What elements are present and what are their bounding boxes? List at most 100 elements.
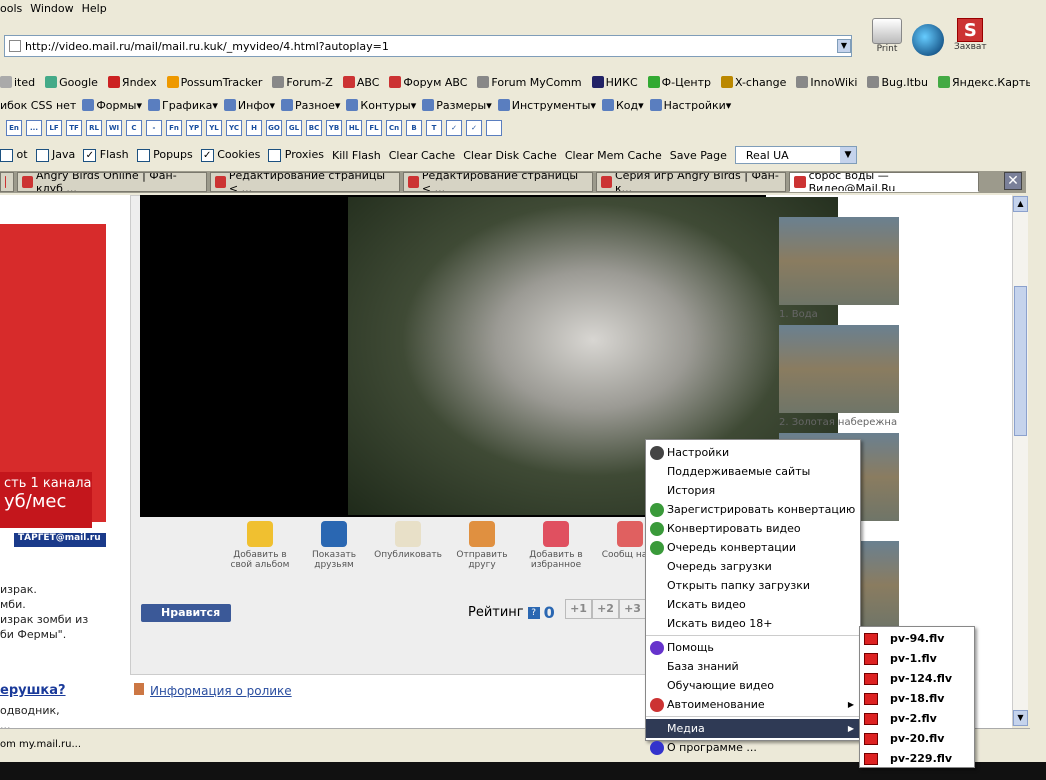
context-menu-item[interactable]: Искать видео: [646, 595, 860, 614]
format-button[interactable]: GL: [286, 120, 302, 136]
format-button[interactable]: YC: [226, 120, 242, 136]
format-button[interactable]: B: [406, 120, 422, 136]
bookmark-item[interactable]: Google: [45, 76, 98, 89]
toggle-item[interactable]: ot: [0, 148, 28, 162]
context-menu-item[interactable]: Медиа ▶: [646, 719, 860, 738]
webdev-menu-item[interactable]: Код▾: [602, 99, 644, 112]
context-menu-item[interactable]: Автоименование ▶: [646, 695, 860, 714]
webdev-menu-item[interactable]: Инструменты▾: [497, 99, 596, 112]
scroll-thumb[interactable]: [1014, 286, 1027, 436]
media-file-item[interactable]: pv-124.flv: [860, 669, 974, 689]
format-button[interactable]: T: [426, 120, 442, 136]
webdev-menu-item[interactable]: Разное▾: [280, 99, 340, 112]
media-file-item[interactable]: pv-2.flv: [860, 709, 974, 729]
format-button[interactable]: Fn: [166, 120, 182, 136]
menu-window[interactable]: Window: [30, 2, 73, 15]
rating-button[interactable]: +1: [565, 599, 592, 619]
bookmark-item[interactable]: X-change: [720, 76, 786, 89]
capture-button[interactable]: S Захват: [954, 18, 987, 56]
format-button[interactable]: En: [6, 120, 22, 136]
webdev-menu-item[interactable]: Инфо▾: [223, 99, 275, 112]
media-file-item[interactable]: pv-18.flv: [860, 689, 974, 709]
toggle-item[interactable]: Proxies: [268, 148, 324, 162]
quick-button[interactable]: Clear Mem Cache: [565, 149, 662, 162]
menu-tools[interactable]: ools: [0, 2, 22, 15]
toggle-item[interactable]: Java: [35, 148, 75, 162]
url-input[interactable]: http://video.mail.ru/mail/mail.ru.kuk/_m…: [4, 35, 852, 57]
bookmark-item[interactable]: ited: [0, 76, 35, 89]
bookmark-item[interactable]: Forum-Z: [272, 76, 333, 89]
context-menu-item[interactable]: Искать видео 18+: [646, 614, 860, 633]
webdev-menu-item[interactable]: Размеры▾: [422, 99, 492, 112]
context-menu-item[interactable]: История: [646, 481, 860, 500]
ad-banner[interactable]: сть 1 канала уб/мес: [0, 224, 106, 528]
context-menu-item[interactable]: Зарегистрировать конвертацию: [646, 500, 860, 519]
bookmark-item[interactable]: ABC: [342, 76, 379, 89]
menu-help[interactable]: Help: [82, 2, 107, 15]
quick-button[interactable]: Clear Cache: [389, 149, 455, 162]
video-info-link[interactable]: Информация о ролике: [134, 683, 292, 698]
seamonkey-button[interactable]: [912, 18, 944, 56]
vertical-scrollbar[interactable]: ▲ ▼: [1012, 196, 1028, 726]
format-button[interactable]: YP: [186, 120, 202, 136]
webdev-menu-item[interactable]: Графика▾: [148, 99, 218, 112]
context-menu-item[interactable]: Очередь загрузки: [646, 557, 860, 576]
webdev-menu-item[interactable]: Формы▾: [82, 99, 142, 112]
toggle-item[interactable]: Popups: [136, 148, 193, 162]
bookmark-item[interactable]: PossumTracker: [166, 76, 262, 89]
rating-button[interactable]: +3: [619, 599, 646, 619]
toggle-item[interactable]: ✓ Flash: [83, 148, 129, 162]
bookmark-item[interactable]: Forum MyComm: [477, 76, 582, 89]
ua-select[interactable]: Real UA ▼: [734, 146, 857, 164]
format-button[interactable]: [486, 120, 502, 136]
chevron-down-icon[interactable]: ▼: [839, 147, 856, 163]
bookmark-item[interactable]: Яндекс.Карты: [937, 76, 1030, 89]
quick-button[interactable]: Clear Disk Cache: [463, 149, 557, 162]
format-button[interactable]: FL: [366, 120, 382, 136]
video-action-button[interactable]: Добавить в свой альбом: [230, 521, 290, 570]
context-menu-item[interactable]: Открыть папку загрузки: [646, 576, 860, 595]
format-button[interactable]: HL: [346, 120, 362, 136]
bookmark-item[interactable]: Яndex: [107, 76, 157, 89]
tab[interactable]: Редактирование страницы < ...: [210, 172, 400, 192]
rating-button[interactable]: +2: [592, 599, 619, 619]
media-file-item[interactable]: pv-229.flv: [860, 749, 974, 769]
tab[interactable]: [0, 172, 14, 192]
context-menu-item[interactable]: О программе ...: [646, 738, 860, 757]
webdev-menu-item[interactable]: ибок CSS нет: [0, 99, 76, 112]
video-action-button[interactable]: Показать друзьям: [304, 521, 364, 570]
context-menu-item[interactable]: Конвертировать видео: [646, 519, 860, 538]
tab[interactable]: Angry Birds Online | Фан-клуб ...: [17, 172, 207, 192]
related-item[interactable]: 1. Вода: [779, 217, 899, 325]
format-button[interactable]: -: [146, 120, 162, 136]
context-menu-item[interactable]: Очередь конвертации: [646, 538, 860, 557]
video-action-button[interactable]: Опубликовать: [374, 521, 442, 570]
scroll-up-icon[interactable]: ▲: [1013, 196, 1028, 212]
url-dropdown-icon[interactable]: ▼: [837, 39, 851, 53]
format-button[interactable]: ✓: [466, 120, 482, 136]
media-file-item[interactable]: pv-94.flv: [860, 629, 974, 649]
checkbox[interactable]: ✓: [200, 148, 214, 162]
format-button[interactable]: WI: [106, 120, 122, 136]
bookmark-item[interactable]: Ф-Центр: [647, 76, 711, 89]
tab[interactable]: Редактирование страницы < ...: [403, 172, 593, 192]
like-button[interactable]: Нравится: [141, 604, 231, 622]
format-button[interactable]: Cn: [386, 120, 402, 136]
format-button[interactable]: YB: [326, 120, 342, 136]
checkbox[interactable]: [0, 148, 13, 162]
bookmark-item[interactable]: НИКС: [591, 76, 638, 89]
target-logo[interactable]: ТАРГЕТ@mail.ru: [14, 533, 106, 547]
quick-button[interactable]: Save Page: [670, 149, 727, 162]
format-button[interactable]: GO: [266, 120, 282, 136]
webdev-menu-item[interactable]: Контуры▾: [346, 99, 416, 112]
context-menu-item[interactable]: Настройки: [646, 443, 860, 462]
related-item[interactable]: 2. Золотая набережна: [779, 325, 899, 433]
format-button[interactable]: ...: [26, 120, 42, 136]
left-link[interactable]: ерушка?: [0, 683, 66, 698]
print-button[interactable]: Print: [872, 18, 902, 56]
checkbox[interactable]: [268, 148, 282, 162]
format-button[interactable]: YL: [206, 120, 222, 136]
format-button[interactable]: TF: [66, 120, 82, 136]
context-menu-item[interactable]: База знаний: [646, 657, 860, 676]
format-button[interactable]: BC: [306, 120, 322, 136]
